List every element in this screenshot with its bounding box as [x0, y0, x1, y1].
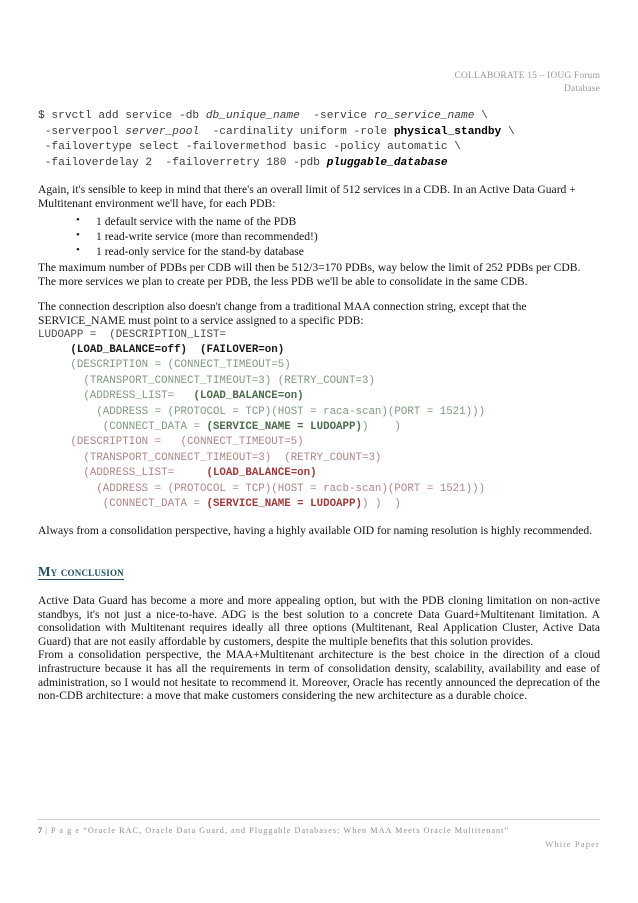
paragraph-conclusion-1: Active Data Guard has become a more and …: [38, 594, 600, 648]
header-track: Database: [563, 83, 600, 94]
footer-doc-type: White Paper: [545, 839, 600, 849]
header-conference: COLLABORATE 15 – IOUG Forum: [454, 71, 600, 81]
paragraph-conclusion-2: From a consolidation perspective, the MA…: [38, 648, 600, 703]
tns-line-6: (ADDRESS = (PROTOCOL = TCP)(HOST = raca-…: [96, 405, 486, 418]
page-footer: 7 | P a g e “Oracle RAC, Oracle Data Gua…: [38, 819, 600, 851]
running-header: COLLABORATE 15 – IOUG Forum Database: [38, 0, 600, 95]
page-title: My conclusion: [38, 564, 124, 581]
srvctl-line-3: -failovertype select -failovermethod bas…: [38, 141, 461, 154]
paragraph-oid-note: Always from a consolidation perspective,…: [38, 524, 593, 538]
param-db-unique-name: db_unique_name: [205, 110, 300, 122]
srvctl-line-1: $ srvctl add service -db db_unique_name …: [38, 110, 488, 122]
tns-line-7: (CONNECT_DATA = (SERVICE_NAME = LUDOAPP)…: [102, 420, 401, 433]
service-bullet-list: 1 default service with the name of the P…: [38, 213, 600, 260]
srvctl-line-4: -failoverdelay 2 -failoverretry 180 -pdb…: [38, 156, 448, 169]
paragraph-max-pdbs: The maximum number of PDBs per CDB will …: [38, 261, 581, 288]
paragraph-connection-description: The connection description also doesn't …: [38, 300, 527, 327]
tns-line-5: (ADDRESS_LIST= (LOAD_BALANCE=on): [83, 390, 304, 403]
list-item: 1 read-only service for the stand-by dat…: [76, 243, 600, 259]
tns-line-3: (DESCRIPTION = (CONNECT_TIMEOUT=5): [70, 359, 291, 372]
tns-line-4: (TRANSPORT_CONNECT_TIMEOUT=3) (RETRY_COU…: [83, 374, 375, 387]
tns-line-12: (CONNECT_DATA = (SERVICE_NAME = LUDOAPP)…: [102, 498, 401, 511]
tns-line-10: (ADDRESS_LIST= (LOAD_BALANCE=on): [83, 467, 317, 480]
tns-line-11: (ADDRESS = (PROTOCOL = TCP)(HOST = racb-…: [96, 482, 486, 495]
srvctl-line-2: -serverpool server_pool -cardinality uni…: [38, 125, 515, 138]
list-item: 1 read-write service (more than recommen…: [76, 228, 600, 244]
footer-separator: |: [42, 826, 51, 835]
footer-page-word: P a g e: [50, 826, 81, 835]
paragraph-limits-intro: Again, it's sensible to keep in mind tha…: [38, 183, 576, 210]
param-server-pool: server_pool: [125, 125, 200, 138]
tns-line-8: (DESCRIPTION = (CONNECT_TIMEOUT=5): [70, 436, 304, 449]
footer-divider: [38, 819, 600, 820]
tns-connect-string-block: LUDOAPP = (DESCRIPTION_LIST= (LOAD_BALAN…: [38, 328, 600, 513]
document-page: COLLABORATE 15 – IOUG Forum Database $ s…: [0, 0, 638, 903]
section-heading-wrapper: My conclusion: [38, 538, 600, 582]
tns-line-9: (TRANSPORT_CONNECT_TIMEOUT=3) (RETRY_COU…: [83, 451, 382, 464]
tns-line-1: LUDOAPP = (DESCRIPTION_LIST=: [38, 328, 226, 341]
param-ro-service-name: ro_service_name: [373, 110, 475, 122]
footer-title-line: 7 | P a g e “Oracle RAC, Oracle Data Gua…: [38, 825, 600, 837]
footer-document-title: “Oracle RAC, Oracle Data Guard, and Plug…: [83, 826, 510, 835]
param-physical-standby: physical_standby: [393, 125, 502, 138]
tns-line-2: (LOAD_BALANCE=off) (FAILOVER=on): [70, 343, 285, 356]
param-pluggable-database: pluggable_database: [326, 156, 448, 169]
srvctl-command-block: $ srvctl add service -db db_unique_name …: [38, 109, 600, 171]
list-item: 1 default service with the name of the P…: [76, 213, 600, 229]
